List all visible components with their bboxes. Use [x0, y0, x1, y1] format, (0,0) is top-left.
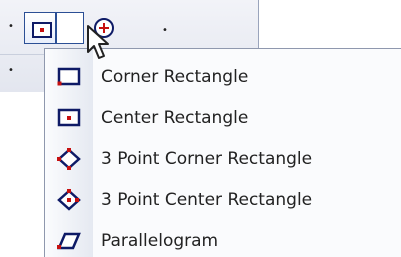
menu-item-label: Center Rectangle — [101, 108, 249, 128]
rectangle-tools-menu: Corner Rectangle Center Rectangle 3 Poin… — [44, 48, 401, 257]
menu-item-center-rectangle[interactable]: Center Rectangle — [45, 98, 401, 138]
toolbar-grip-bottom: • — [8, 65, 14, 76]
corner-rectangle-icon — [57, 67, 81, 86]
3-point-center-rectangle-icon — [57, 189, 81, 211]
menu-item-3-point-center-rectangle[interactable]: 3 Point Center Rectangle — [45, 180, 401, 220]
menu-item-label: Parallelogram — [101, 231, 219, 251]
menu-item-label: Corner Rectangle — [101, 67, 249, 87]
circle-tool-dropdown-arrow[interactable]: • — [162, 26, 168, 36]
mouse-pointer-icon — [87, 25, 109, 59]
menu-item-3-point-corner-rectangle[interactable]: 3 Point Corner Rectangle — [45, 139, 401, 179]
menu-item-corner-rectangle[interactable]: Corner Rectangle — [45, 57, 401, 97]
center-rectangle-icon — [57, 108, 81, 127]
3-point-corner-rectangle-icon — [57, 148, 81, 170]
toolbar-grip-top: • — [8, 21, 14, 32]
sketch-toolbar-area: • • • Corner Rectangle Center Rectangle … — [0, 0, 401, 257]
menu-item-label: 3 Point Center Rectangle — [101, 190, 313, 210]
menu-item-label: 3 Point Corner Rectangle — [101, 149, 313, 169]
center-rectangle-icon — [32, 22, 52, 38]
rectangle-tool-button[interactable] — [24, 12, 56, 44]
rectangle-tool-dropdown-button[interactable] — [56, 12, 84, 44]
parallelogram-icon — [57, 232, 81, 250]
menu-item-parallelogram[interactable]: Parallelogram — [45, 221, 401, 257]
